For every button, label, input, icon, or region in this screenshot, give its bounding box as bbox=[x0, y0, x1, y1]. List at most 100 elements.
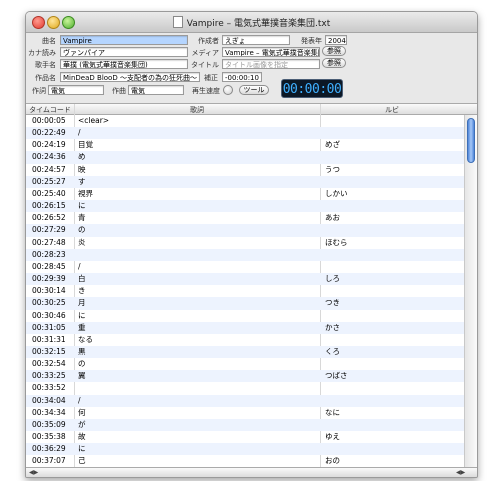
timecode-cell[interactable]: 00:33:25 bbox=[32, 370, 66, 382]
table-row[interactable]: 00:27:29 の bbox=[26, 224, 464, 237]
timecode-cell[interactable]: 00:28:23 bbox=[32, 249, 66, 261]
lyric-cell[interactable]: す bbox=[78, 176, 86, 188]
table-row[interactable]: 00:25:40 視界 しかい bbox=[26, 188, 464, 200]
table-row[interactable]: 00:30:25 月 つき bbox=[26, 297, 464, 310]
timecode-cell[interactable]: 00:27:48 bbox=[32, 237, 66, 249]
composer-field[interactable]: 電気 bbox=[128, 85, 184, 95]
ruby-cell[interactable]: あお bbox=[325, 212, 340, 224]
timecode-cell[interactable]: 00:24:36 bbox=[32, 151, 66, 163]
table-row[interactable]: 00:26:52 青 あお bbox=[26, 212, 464, 224]
lyric-cell[interactable]: に bbox=[78, 443, 86, 455]
table-row[interactable]: 00:00:05 <clear> bbox=[26, 115, 464, 127]
timecode-cell[interactable]: 00:32:54 bbox=[32, 358, 66, 370]
table-row[interactable]: 00:28:45 / bbox=[26, 261, 464, 273]
table-row[interactable]: 00:34:04 / bbox=[26, 394, 464, 407]
title-image-field[interactable]: タイトル画像を指定 bbox=[222, 59, 320, 69]
lyric-cell[interactable]: に bbox=[78, 200, 86, 212]
timecode-cell[interactable]: 00:37:07 bbox=[32, 455, 66, 467]
lyric-cell[interactable]: 映 bbox=[78, 164, 86, 176]
media-browse-button[interactable]: 参照 bbox=[322, 46, 346, 56]
timecode-cell[interactable]: 00:00:05 bbox=[32, 115, 66, 127]
lyric-cell[interactable]: 白 bbox=[78, 273, 86, 285]
lyric-cell[interactable]: 炎 bbox=[78, 237, 86, 249]
timecode-cell[interactable]: 00:27:29 bbox=[32, 224, 66, 236]
lyric-cell[interactable]: 青 bbox=[78, 212, 86, 224]
table-row[interactable]: 00:32:15 黒 くろ bbox=[26, 345, 464, 359]
ruby-cell[interactable]: つばさ bbox=[325, 370, 348, 382]
table-row[interactable]: 00:36:29 に bbox=[26, 443, 464, 456]
lyric-cell[interactable]: が bbox=[78, 419, 86, 431]
timecode-cell[interactable]: 00:28:45 bbox=[32, 261, 66, 273]
title-browse-button[interactable]: 参照 bbox=[322, 58, 346, 68]
table-row[interactable]: 00:31:31 なる bbox=[26, 334, 464, 346]
lyric-cell[interactable]: 己 bbox=[78, 455, 86, 467]
timecode-cell[interactable]: 00:22:49 bbox=[32, 127, 66, 139]
timecode-cell[interactable]: 00:33:52 bbox=[32, 382, 66, 394]
author-field[interactable]: えぎょ bbox=[222, 35, 290, 45]
lyric-cell[interactable]: / bbox=[78, 127, 81, 139]
lyric-cell[interactable]: 目覚 bbox=[78, 139, 93, 151]
table-row[interactable]: 00:37:07 己 おの bbox=[26, 455, 464, 467]
horizontal-scrollbar[interactable]: ◀▶ ◀▶ bbox=[26, 467, 477, 477]
timecode-cell[interactable]: 00:34:04 bbox=[32, 395, 66, 407]
timecode-cell[interactable]: 00:29:39 bbox=[32, 273, 66, 285]
table-row[interactable]: 00:35:38 故 ゆえ bbox=[26, 431, 464, 443]
table-row[interactable]: 00:35:09 が bbox=[26, 418, 464, 432]
kana-field[interactable]: ヴァンパイア bbox=[60, 47, 188, 57]
vertical-scrollbar[interactable] bbox=[464, 115, 477, 468]
lyric-cell[interactable]: 翼 bbox=[78, 370, 86, 382]
table-row[interactable]: 00:33:25 翼 つばさ bbox=[26, 370, 464, 383]
lyric-cell[interactable]: の bbox=[78, 224, 86, 236]
timecode-cell[interactable]: 00:34:34 bbox=[32, 407, 66, 419]
table-row[interactable]: 00:33:52 bbox=[26, 382, 464, 394]
ruby-cell[interactable]: なに bbox=[325, 407, 340, 419]
lyric-cell[interactable]: に bbox=[78, 310, 86, 322]
table-row[interactable]: 00:34:34 何 なに bbox=[26, 407, 464, 419]
column-header-timecode[interactable]: タイムコード bbox=[26, 105, 74, 115]
table-row[interactable]: 00:31:05 重 かさ bbox=[26, 321, 464, 334]
table-row[interactable]: 00:32:54 の bbox=[26, 358, 464, 370]
scroll-right-arrow-icon[interactable]: ◀▶ bbox=[456, 468, 465, 477]
lyric-cell[interactable]: 重 bbox=[78, 322, 86, 334]
column-header-lyrics[interactable]: 歌詞 bbox=[74, 105, 320, 115]
table-row[interactable]: 00:27:48 炎 ほむら bbox=[26, 237, 464, 249]
lyric-cell[interactable]: 故 bbox=[78, 431, 86, 443]
ruby-cell[interactable]: うつ bbox=[325, 164, 340, 176]
lyric-cell[interactable]: め bbox=[78, 151, 86, 163]
table-row[interactable]: 00:29:39 白 しろ bbox=[26, 273, 464, 286]
ruby-cell[interactable]: ほむら bbox=[325, 237, 348, 249]
lyric-cell[interactable]: / bbox=[78, 261, 81, 273]
tools-button[interactable]: ツール bbox=[239, 85, 269, 95]
ruby-cell[interactable]: ゆえ bbox=[325, 431, 340, 443]
ruby-cell[interactable]: しろ bbox=[325, 273, 340, 285]
ruby-cell[interactable]: めざ bbox=[325, 139, 340, 151]
song-name-field[interactable]: Vampire bbox=[60, 35, 188, 45]
timecode-cell[interactable]: 00:35:09 bbox=[32, 419, 66, 431]
work-field[interactable]: MinDeaD BlooD ～支配者の為の狂死曲～ bbox=[60, 72, 200, 82]
timecode-cell[interactable]: 00:31:05 bbox=[32, 322, 66, 334]
timecode-cell[interactable]: 00:24:19 bbox=[32, 139, 66, 151]
table-row[interactable]: 00:24:36 め bbox=[26, 151, 464, 164]
ruby-cell[interactable]: しかい bbox=[325, 188, 348, 200]
timecode-cell[interactable]: 00:36:29 bbox=[32, 443, 66, 455]
table-row[interactable]: 00:24:19 目覚 めざ bbox=[26, 139, 464, 151]
table-row[interactable]: 00:24:57 映 うつ bbox=[26, 164, 464, 176]
lyric-cell[interactable]: き bbox=[78, 285, 86, 297]
ruby-cell[interactable]: おの bbox=[325, 455, 340, 467]
media-field[interactable]: Vampire – 電気式華撲音楽集団 bbox=[222, 47, 320, 57]
lyric-cell[interactable]: 黒 bbox=[78, 346, 86, 358]
lyricist-field[interactable]: 電気 bbox=[48, 85, 104, 95]
ruby-cell[interactable]: つき bbox=[325, 297, 340, 309]
timecode-cell[interactable]: 00:35:38 bbox=[32, 431, 66, 443]
lyric-cell[interactable]: 月 bbox=[78, 297, 86, 309]
lyric-cell[interactable]: <clear> bbox=[78, 115, 109, 127]
table-row[interactable]: 00:30:46 に bbox=[26, 310, 464, 322]
timecode-cell[interactable]: 00:30:14 bbox=[32, 285, 66, 297]
correction-field[interactable]: -00:00:10 bbox=[222, 72, 262, 82]
timecode-cell[interactable]: 00:25:27 bbox=[32, 176, 66, 188]
table-row[interactable]: 00:26:15 に bbox=[26, 200, 464, 213]
table-row[interactable]: 00:25:27 す bbox=[26, 175, 464, 188]
timecode-cell[interactable]: 00:30:46 bbox=[32, 310, 66, 322]
ruby-cell[interactable]: かさ bbox=[325, 322, 340, 334]
year-field[interactable]: 2004 bbox=[325, 35, 347, 45]
